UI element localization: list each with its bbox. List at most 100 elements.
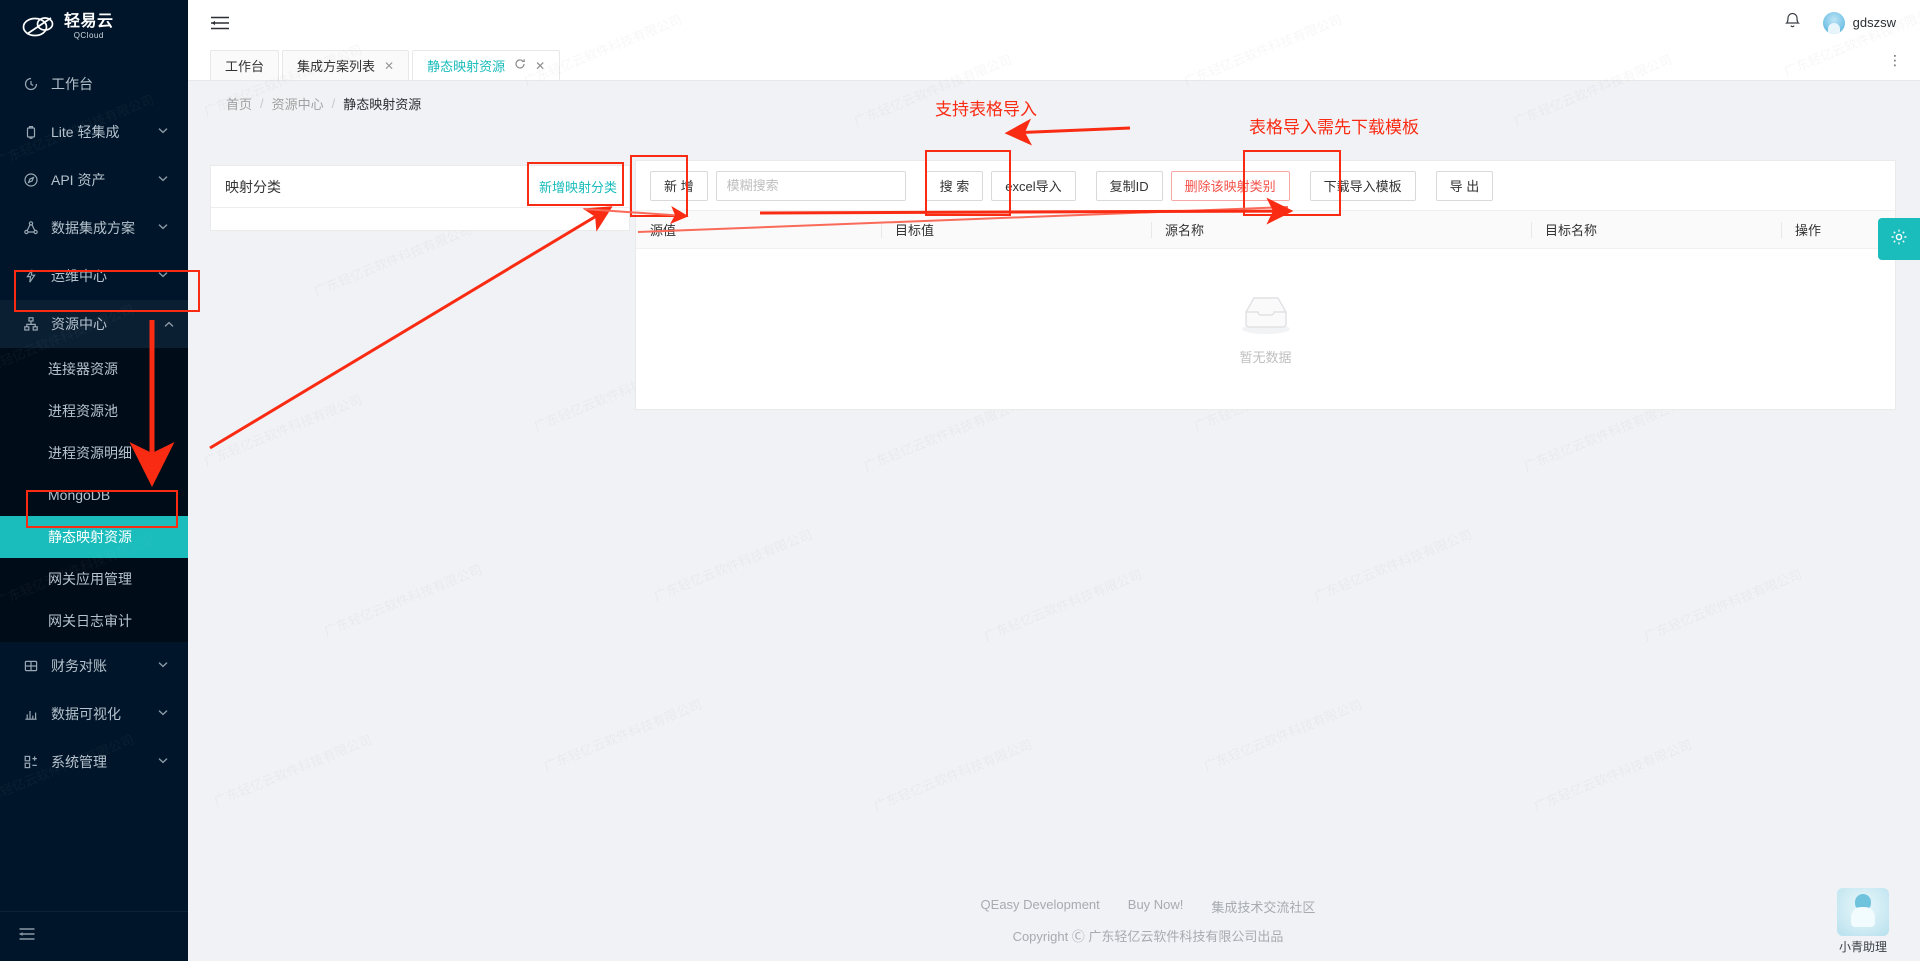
finance-icon — [22, 657, 40, 675]
dashboard-icon — [22, 75, 40, 93]
tab-more-icon[interactable]: ⋮ — [1888, 53, 1902, 67]
lite-integration-icon — [22, 123, 40, 141]
reload-icon[interactable] — [514, 58, 526, 73]
sidebar-item-connector-resource[interactable]: 连接器资源 — [0, 348, 188, 390]
download-import-template-button[interactable]: 下载导入模板 — [1309, 170, 1416, 201]
mapping-category-header: 映射分类 新增映射分类 — [211, 166, 629, 208]
empty-state-text: 暂无数据 — [1239, 350, 1292, 365]
sidebar-item-label: Lite 轻集成 — [51, 124, 120, 140]
tab-integration-plan-list[interactable]: 集成方案列表 ✕ — [282, 50, 410, 80]
tab-label: 集成方案列表 — [297, 59, 376, 74]
footer-links: QEasy Development Buy Now! 集成技术交流社区 — [981, 897, 1316, 916]
page-footer: QEasy Development Buy Now! 集成技术交流社区 Copy… — [376, 881, 1920, 961]
empty-inbox-icon — [1237, 292, 1295, 341]
sidebar-item-label: 工作台 — [51, 76, 93, 92]
breadcrumb-item-home[interactable]: 首页 — [226, 94, 252, 113]
tab-workbench[interactable]: 工作台 — [210, 50, 280, 80]
sidebar-item-visualization[interactable]: 数据可视化 — [0, 690, 188, 738]
sidebar-item-label: 系统管理 — [51, 754, 107, 770]
search-input[interactable] — [715, 170, 906, 201]
add-button[interactable]: 新 增 — [650, 170, 708, 201]
sidebar-item-ops-center[interactable]: 运维中心 — [0, 252, 188, 300]
mapping-table-card: 新 增 搜 索 excel导入 复制ID 删除该映射类别 下载导入模板 导 出 … — [635, 160, 1896, 410]
breadcrumb-item-current: 静态映射资源 — [343, 96, 422, 112]
sidebar-item-label: 数据集成方案 — [51, 220, 135, 236]
system-settings-icon — [22, 753, 40, 771]
visualization-icon — [22, 705, 40, 723]
tab-static-mapping-resource[interactable]: 静态映射资源 ✕ — [412, 50, 561, 80]
menu-collapse-icon[interactable] — [18, 926, 36, 947]
chevron-up-icon — [158, 318, 174, 329]
sidebar-item-system-management[interactable]: 系统管理 — [0, 738, 188, 786]
sidebar-item-gateway-app[interactable]: 网关应用管理 — [0, 558, 188, 600]
ops-center-icon — [22, 267, 40, 285]
app-root: 广东轻亿云软件科技有限公司 广东轻亿云软件科技有限公司 广东轻亿云软件科技有限公… — [0, 0, 1920, 961]
footer-copyright: Copyright Ⓒ 广东轻亿云软件科技有限公司出品 — [1012, 929, 1284, 944]
username-label: gdszsw — [1852, 15, 1896, 30]
sidebar-item-resource-center[interactable]: 资源中心 — [0, 300, 188, 348]
brand-name-cn: 轻易云 — [64, 13, 114, 30]
brand-name-en: QCloud — [73, 31, 104, 40]
page-settings-button[interactable] — [1878, 218, 1920, 260]
cloud-logo-icon — [22, 14, 56, 40]
sidebar-item-label: 财务对账 — [51, 658, 107, 674]
tab-label: 工作台 — [225, 59, 265, 74]
sub-item-label: MongoDB — [48, 487, 111, 503]
sidebar-collapse-icon[interactable] — [210, 15, 230, 31]
sidebar-item-lite-integration[interactable]: Lite 轻集成 — [0, 108, 188, 156]
sidebar-item-workbench[interactable]: 工作台 — [0, 60, 188, 108]
sidebar-item-static-mapping-resource[interactable]: 静态映射资源 — [0, 516, 188, 558]
brand-logo[interactable]: 轻易云 QCloud — [0, 0, 188, 54]
sidebar-item-data-integration[interactable]: 数据集成方案 — [0, 204, 188, 252]
export-button[interactable]: 导 出 — [1435, 170, 1494, 201]
sidebar-item-label: 运维中心 — [51, 268, 107, 284]
footer-link-buy-now[interactable]: Buy Now! — [1128, 897, 1184, 916]
user-menu[interactable]: gdszsw — [1822, 11, 1896, 34]
sub-item-label: 连接器资源 — [48, 361, 118, 377]
close-icon[interactable]: ✕ — [384, 59, 394, 73]
copy-id-button[interactable]: 复制ID — [1095, 170, 1163, 201]
assistant-label: 小青助理 — [1838, 940, 1887, 954]
notification-bell-icon[interactable] — [1784, 11, 1801, 34]
brand-text: 轻易云 QCloud — [64, 14, 114, 40]
sub-item-label: 进程资源明细 — [48, 445, 132, 461]
search-button[interactable]: 搜 索 — [925, 170, 984, 201]
chevron-down-icon — [158, 222, 174, 233]
close-icon[interactable]: ✕ — [535, 59, 545, 73]
empty-state: 暂无数据 — [1237, 292, 1295, 366]
sidebar-item-process-detail[interactable]: 进程资源明细 — [0, 432, 188, 474]
chevron-down-icon — [158, 660, 174, 671]
table-column-target-name: 目标名称 — [1531, 211, 1781, 249]
footer-link-qeasy[interactable]: QEasy Development — [981, 897, 1100, 916]
top-bar-right: gdszsw — [1784, 11, 1896, 34]
sidebar-item-finance[interactable]: 财务对账 — [0, 642, 188, 690]
tab-bar: 工作台 集成方案列表 ✕ 静态映射资源 ✕ ⋮ — [188, 45, 1920, 81]
assistant-avatar-icon — [1837, 888, 1889, 936]
sidebar-item-gateway-log-audit[interactable]: 网关日志审计 — [0, 600, 188, 642]
sidebar-item-process-pool[interactable]: 进程资源池 — [0, 390, 188, 432]
sub-item-label: 静态映射资源 — [48, 529, 132, 545]
sidebar-item-api-asset[interactable]: API 资产 — [0, 156, 188, 204]
table-column-target-value: 目标值 — [881, 211, 1151, 249]
sidebar-item-label: API 资产 — [51, 172, 106, 188]
breadcrumb-item-resource-center[interactable]: 资源中心 — [272, 94, 324, 113]
api-asset-icon — [22, 171, 40, 189]
assistant-widget[interactable]: 小青助理 — [1820, 888, 1906, 955]
sidebar-item-label: 资源中心 — [51, 316, 107, 332]
sidebar: 广东轻亿云软件科技有限公司 广东轻亿云软件科技有限公司 广东轻亿云软件科技有限公… — [0, 0, 188, 961]
resource-center-icon — [22, 315, 40, 333]
mapping-category-title: 映射分类 — [225, 178, 281, 195]
delete-mapping-category-button[interactable]: 删除该映射类别 — [1170, 170, 1290, 201]
chevron-down-icon — [158, 756, 174, 767]
breadcrumb-separator: / — [331, 95, 336, 111]
add-mapping-category-link[interactable]: 新增映射分类 — [539, 177, 617, 196]
data-integration-icon — [22, 219, 40, 237]
chevron-down-icon — [158, 126, 174, 137]
excel-import-button[interactable]: excel导入 — [991, 170, 1076, 201]
breadcrumb: 首页 / 资源中心 / 静态映射资源 — [188, 81, 1920, 125]
breadcrumb-separator: / — [260, 95, 264, 111]
footer-link-community[interactable]: 集成技术交流社区 — [1211, 897, 1315, 916]
table-column-source-name: 源名称 — [1151, 211, 1531, 249]
user-avatar — [1822, 11, 1845, 34]
sidebar-item-mongodb[interactable]: MongoDB — [0, 474, 188, 516]
